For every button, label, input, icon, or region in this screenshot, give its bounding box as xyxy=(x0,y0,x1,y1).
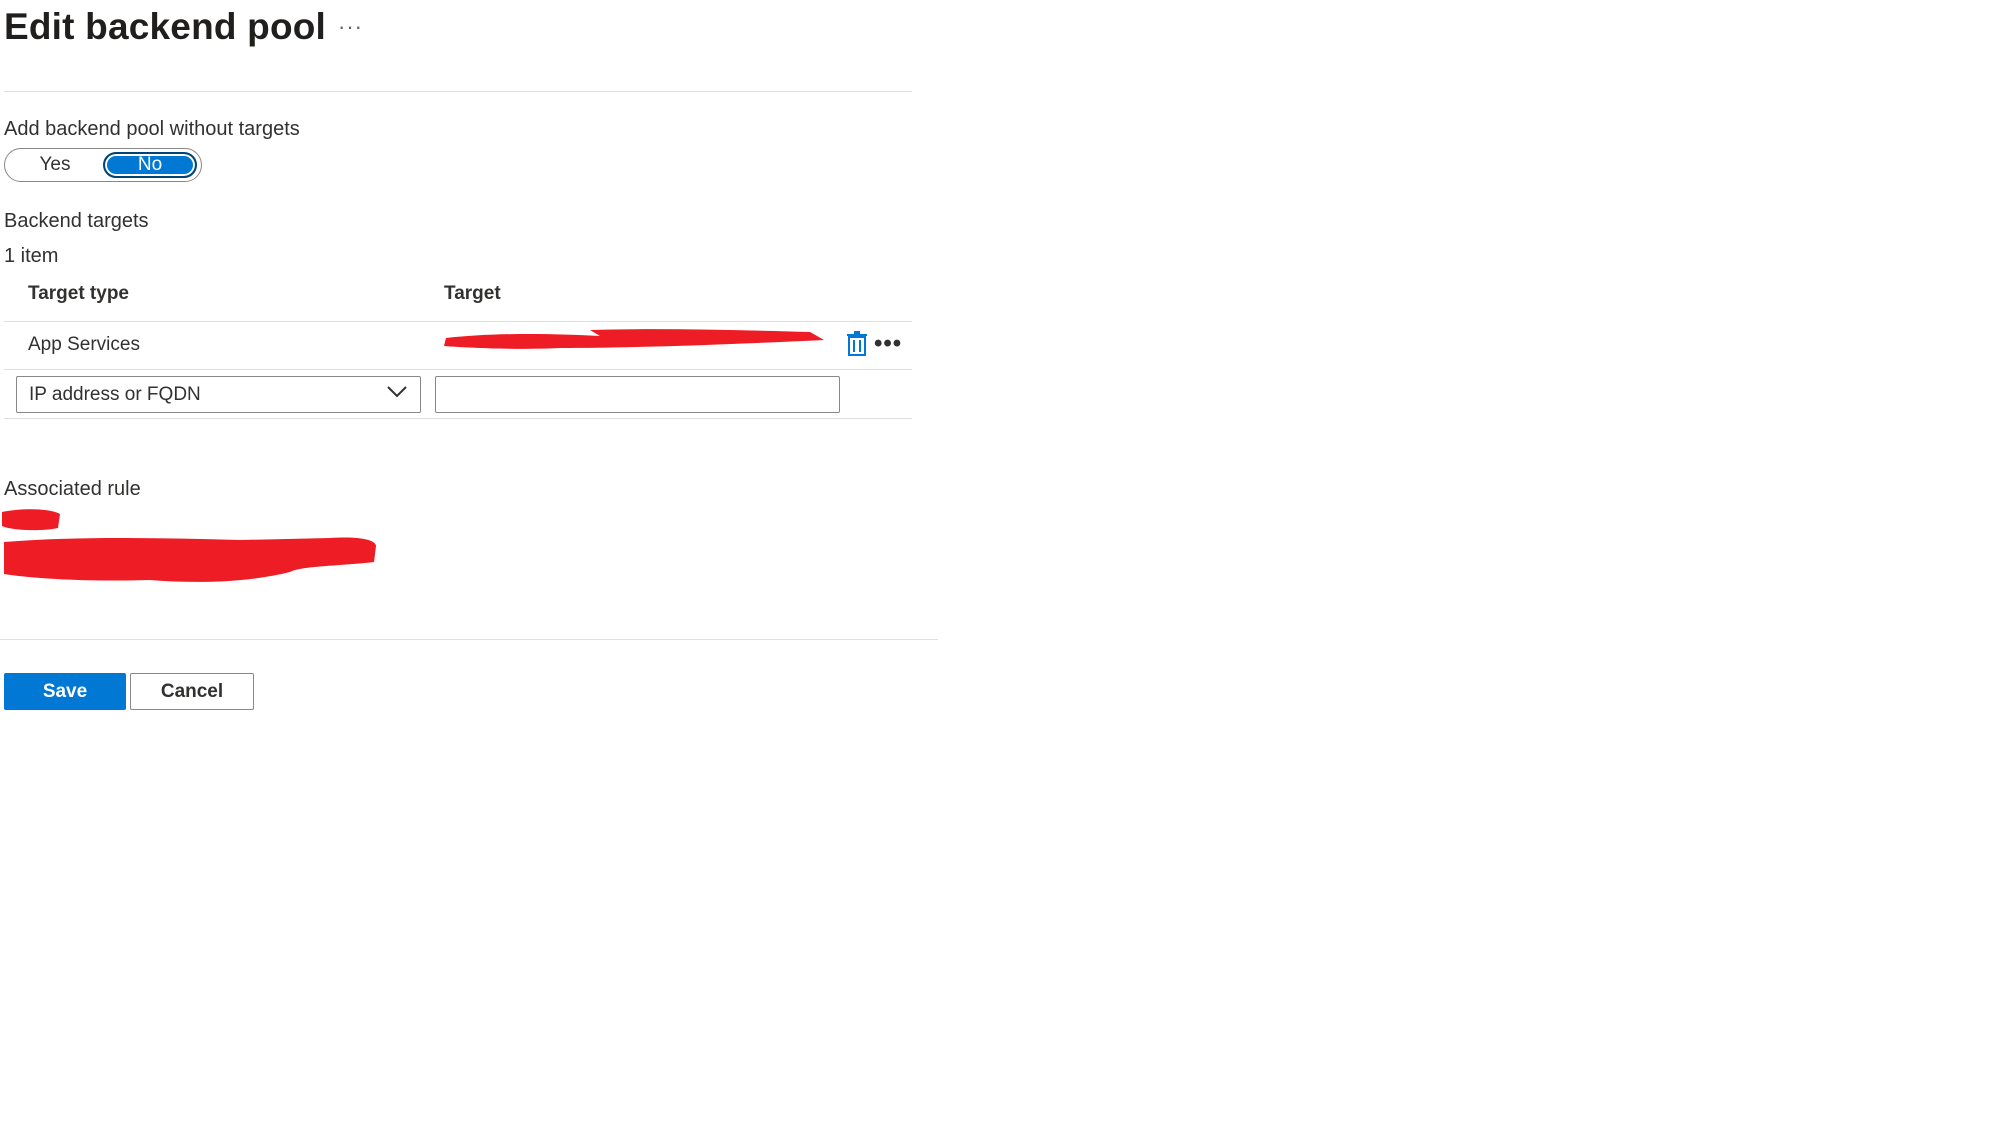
header-divider xyxy=(4,321,912,322)
chevron-down-icon xyxy=(386,385,408,404)
cancel-button[interactable]: Cancel xyxy=(130,673,254,710)
more-options-icon[interactable]: ··· xyxy=(338,14,363,40)
toggle-option-yes[interactable]: Yes xyxy=(7,152,103,178)
toggle-label: Add backend pool without targets xyxy=(4,118,300,140)
edit-backend-pool-panel: Edit backend pool ··· Add backend pool w… xyxy=(0,0,2006,1130)
redacted-associated-rule xyxy=(0,506,380,594)
column-header-target-type: Target type xyxy=(28,283,130,304)
backend-targets-label: Backend targets xyxy=(4,210,149,232)
redacted-target-value xyxy=(440,326,826,354)
associated-rule-label: Associated rule xyxy=(4,478,141,500)
dropdown-value: IP address or FQDN xyxy=(29,383,201,405)
row-divider xyxy=(4,369,912,370)
row-target-type: App Services xyxy=(28,334,140,355)
target-input[interactable] xyxy=(435,376,840,413)
save-button[interactable]: Save xyxy=(4,673,126,710)
toggle-option-no[interactable]: No xyxy=(103,152,197,178)
row-more-icon[interactable]: ••• xyxy=(874,330,902,358)
without-targets-toggle[interactable]: Yes No xyxy=(4,148,202,182)
column-header-target: Target xyxy=(444,283,501,304)
page-title: Edit backend pool xyxy=(4,6,327,47)
title-divider xyxy=(4,91,912,92)
trash-icon[interactable] xyxy=(846,331,868,357)
target-type-dropdown[interactable]: IP address or FQDN xyxy=(16,376,421,413)
footer-divider xyxy=(0,639,938,640)
item-count: 1 item xyxy=(4,245,59,267)
new-row-divider xyxy=(4,418,912,419)
